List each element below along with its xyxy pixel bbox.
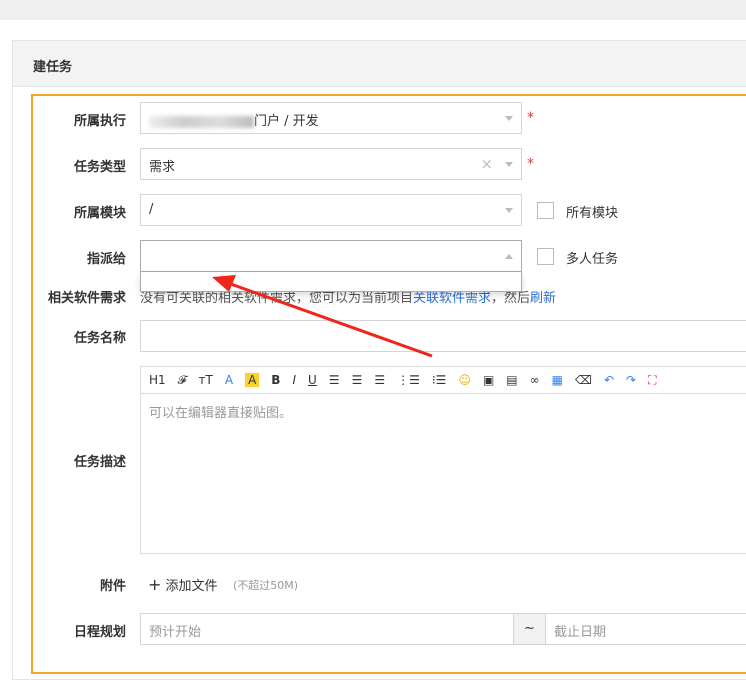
red-arrow-annotation <box>212 275 433 358</box>
